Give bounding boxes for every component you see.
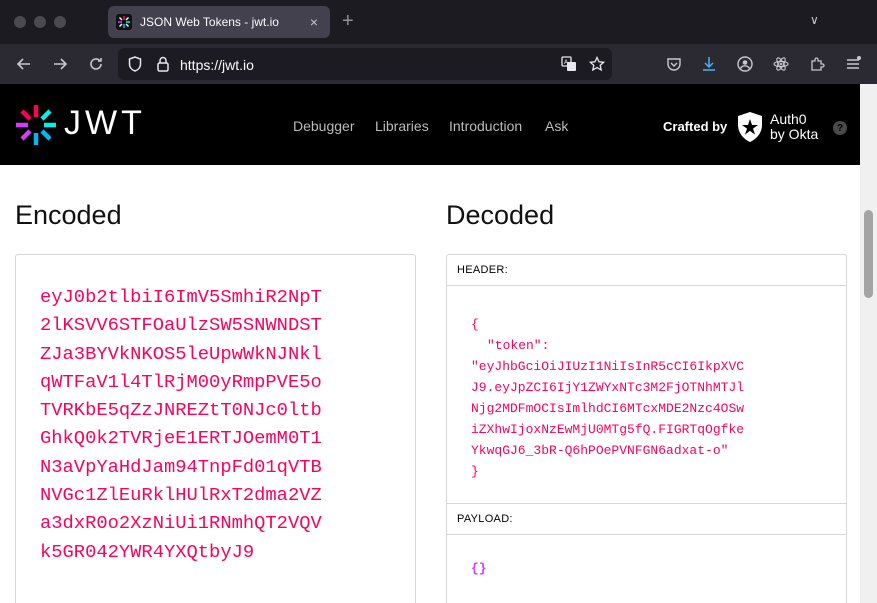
pocket-icon[interactable] xyxy=(665,55,683,73)
react-devtools-icon[interactable] xyxy=(772,55,790,73)
header-token-value-line: J9.eyJpZCI6IjY1ZWYxNTc3M2FjOTNhMTJl xyxy=(471,380,745,395)
browser-tab-jwt[interactable]: JSON Web Tokens - jwt.io × xyxy=(108,6,330,38)
encoded-heading: Encoded xyxy=(15,200,122,230)
encoded-token-input[interactable]: eyJ0b2tlbiI6ImV5SmhiR2NpT 2lKSVV6STFOaUl… xyxy=(15,254,416,603)
jwt-logo-icon[interactable] xyxy=(15,104,57,151)
lock-icon[interactable] xyxy=(154,55,172,73)
web-page: JWT Debugger Libraries Introduction Ask … xyxy=(0,84,860,603)
header-token-value-line: Njg2MDFmOCIsImlhdCI6MTcxMDE2Nzc4OSw xyxy=(471,401,745,416)
maximize-window-button[interactable] xyxy=(54,16,66,28)
payload-json-editor[interactable]: {} xyxy=(447,535,846,602)
by-okta-line: by Okta xyxy=(770,126,819,142)
payload-label: PAYLOAD: xyxy=(447,504,846,535)
payload-value: {} xyxy=(471,561,487,576)
navigation-toolbar: https://jwt.io A xyxy=(0,44,877,84)
header-token-value-line: YkwqGJ6_3bR-Q6hPOePVNFGN6adxat-o" xyxy=(471,443,729,458)
token-line: eyJ0b2tlbiI6ImV5SmhiR2NpT xyxy=(40,286,322,308)
token-line: NVGc1ZlEuRklHUlRxT2dma2VZ xyxy=(40,484,322,507)
header-json-editor[interactable]: { "token": "eyJhbGciOiJIUzI1NiIsInR5cCI6… xyxy=(447,286,846,504)
close-window-button[interactable] xyxy=(14,16,26,28)
auth0-line: Auth0 xyxy=(770,111,807,127)
page-scrollbar[interactable] xyxy=(860,84,877,603)
nav-link-ask[interactable]: Ask xyxy=(545,118,568,134)
header-token-value-line: "eyJhbGciOiJIUzI1NiIsInR5cCI6IkpXVC xyxy=(471,359,745,374)
tab-title: JSON Web Tokens - jwt.io xyxy=(140,15,279,29)
back-arrow-icon[interactable] xyxy=(14,54,34,74)
nav-link-debugger[interactable]: Debugger xyxy=(293,118,355,134)
tab-close-icon[interactable]: × xyxy=(306,14,322,30)
header-label: HEADER: xyxy=(447,255,846,286)
header-open-brace: { xyxy=(471,317,479,332)
decoded-heading: Decoded xyxy=(446,200,555,230)
nav-link-introduction[interactable]: Introduction xyxy=(449,118,522,134)
minimize-window-button[interactable] xyxy=(34,16,46,28)
account-icon[interactable] xyxy=(736,55,754,73)
nav-link-libraries[interactable]: Libraries xyxy=(375,118,429,134)
header-token-value-line: iZXhwIjoxNzEwMjU0MTg5fQ.FIGRTqOgfke xyxy=(471,422,745,437)
forward-arrow-icon[interactable] xyxy=(50,54,70,74)
new-tab-button[interactable]: + xyxy=(342,10,354,33)
app-menu-icon[interactable] xyxy=(844,55,862,73)
downloads-icon[interactable] xyxy=(700,55,718,73)
browser-window: JSON Web Tokens - jwt.io × + ∨ https://j… xyxy=(0,0,877,603)
token-line: ZJa3BYVkNKOS5leUpwWkNJNkl xyxy=(40,342,322,365)
jwt-favicon-icon xyxy=(116,14,132,30)
token-line: a3dxR0o2XzNiUi1RNmhQT2VQV xyxy=(40,512,322,535)
tab-strip: JSON Web Tokens - jwt.io × + ∨ xyxy=(0,0,877,44)
reload-icon[interactable] xyxy=(86,54,106,74)
token-line: 2lKSVV6STFOaUlzSW5SNWNDST xyxy=(40,314,322,337)
token-line: GhkQ0k2TVRjeE1ERTJOemM0T1 xyxy=(40,427,322,450)
extensions-puzzle-icon[interactable] xyxy=(808,55,826,73)
url-text[interactable]: https://jwt.io xyxy=(180,57,254,73)
encoded-token-text[interactable]: eyJ0b2tlbiI6ImV5SmhiR2NpT 2lKSVV6STFOaUl… xyxy=(40,283,391,566)
help-icon[interactable]: ? xyxy=(833,121,847,135)
bookmark-star-icon[interactable] xyxy=(588,55,606,73)
auth0-shield-icon[interactable] xyxy=(737,111,763,148)
header-close-brace: } xyxy=(471,464,479,479)
jwt-logo-text[interactable]: JWT xyxy=(64,104,146,143)
header-token-key: "token": xyxy=(487,338,550,353)
token-line: N3aVpYaHdJam94TnpFd01qVTB xyxy=(40,455,322,478)
crafted-by-label: Crafted by xyxy=(663,119,728,134)
site-header: JWT Debugger Libraries Introduction Ask … xyxy=(0,84,860,165)
token-line: qWTFaV1l4TlRjM00yRmpPVE5o xyxy=(40,370,322,393)
auth0-brand-text[interactable]: Auth0 by Okta xyxy=(770,112,818,142)
token-line: TVRKbE5qZzJNREZtT0NJc0ltb xyxy=(40,399,322,422)
decoded-panel: HEADER: { "token": "eyJhbGciOiJIUzI1NiIs… xyxy=(446,254,847,603)
tab-list-chevron-icon[interactable]: ∨ xyxy=(810,13,819,27)
token-line: k5GR042YWR4YXQtbyJ9 xyxy=(40,540,255,563)
scrollbar-thumb[interactable] xyxy=(864,210,873,298)
url-bar[interactable]: https://jwt.io A xyxy=(118,48,612,80)
translate-icon[interactable]: A xyxy=(560,55,578,73)
shield-icon[interactable] xyxy=(126,55,144,73)
